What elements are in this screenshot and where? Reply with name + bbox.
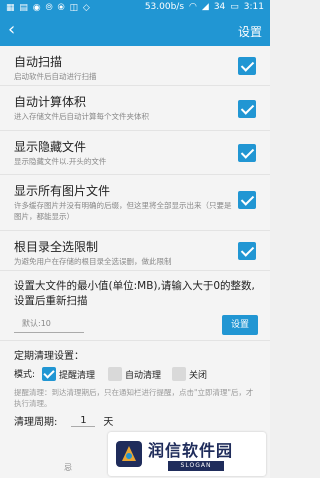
- logo-slogan: SLOGAN: [168, 461, 224, 471]
- battery-level: 34: [213, 2, 226, 12]
- auto-size-checkbox[interactable]: [238, 100, 256, 118]
- setting-title: 显示隐藏文件: [14, 140, 87, 154]
- cleanup-note: 提醒清理：到达清理期后，只在通知栏进行提醒，点击"立即清理"后，才执行清理。: [14, 388, 254, 408]
- status-right: 53.00b/s ◠ ◢ 34 ▭ 3:11: [145, 2, 264, 12]
- remind-checkbox[interactable]: [42, 367, 56, 381]
- app-bar: ‹ 设置: [0, 16, 270, 46]
- setting-auto-scan[interactable]: 自动扫描 启动软件后自动进行扫描: [0, 46, 270, 86]
- setting-subtitle: 进入存储文件后自动计算每个文件夹体积: [14, 112, 149, 121]
- period-row: 清理周期: 1 天: [14, 413, 114, 429]
- status-notification-icons: ▦ ▤ ◉ ⦾ ⦿ ◫ ◇: [6, 3, 91, 13]
- option-off[interactable]: 关闭: [172, 367, 207, 381]
- option-label: 关闭: [189, 370, 208, 381]
- signal-icon: ◢: [201, 2, 209, 12]
- logo-mark-icon: [116, 441, 142, 467]
- clock: 3:11: [243, 2, 264, 12]
- cleanup-mode-label: 模式:: [14, 367, 35, 380]
- setting-auto-size[interactable]: 自动计算体积 进入存储文件后自动计算每个文件夹体积: [0, 86, 270, 131]
- mode-label-text: 模式:: [14, 370, 36, 380]
- option-label: 提醒清理: [59, 370, 96, 381]
- period-input[interactable]: 1: [71, 415, 96, 427]
- min-size-label: 设置大文件的最小值(单位:MB),请输入大于0的整数,设置后重新扫描: [14, 280, 255, 307]
- setting-root-limit[interactable]: 根目录全选限制 为避免用户在存储的根目录全选误删，做此限制: [0, 231, 270, 271]
- setting-title: 自动计算体积: [14, 95, 87, 109]
- show-hidden-checkbox[interactable]: [238, 144, 256, 162]
- bottom-fragment-text: 忌: [64, 463, 72, 472]
- watermark-logo: 润信软件园 SLOGAN: [108, 432, 266, 476]
- period-label: 清理周期:: [14, 417, 58, 428]
- auto-scan-checkbox[interactable]: [238, 57, 256, 75]
- min-size-set-button[interactable]: 设置: [222, 315, 258, 335]
- battery-icon: ▭: [230, 2, 239, 12]
- status-bar: ▦ ▤ ◉ ⦾ ⦿ ◫ ◇ 53.00b/s ◠ ◢ 34 ▭ 3:11: [0, 0, 270, 16]
- setting-title: 自动扫描: [14, 55, 63, 69]
- setting-show-hidden[interactable]: 显示隐藏文件 显示隐藏文件以.开头的文件: [0, 131, 270, 175]
- root-limit-checkbox[interactable]: [238, 242, 256, 260]
- min-size-input[interactable]: 默认:10: [14, 315, 84, 333]
- setting-show-images[interactable]: 显示所有图片文件 许多缓存图片并没有明确的后缀，但这里将全部显示出来（只要是图片…: [0, 175, 270, 231]
- option-remind[interactable]: 提醒清理: [42, 367, 95, 381]
- logo-name: 润信软件园: [148, 441, 234, 460]
- cleanup-heading: 定期清理设置：: [14, 351, 84, 362]
- off-checkbox[interactable]: [172, 367, 186, 381]
- setting-subtitle: 为避免用户在存储的根目录全选误删，做此限制: [14, 257, 172, 266]
- setting-subtitle: 许多缓存图片并没有明确的后缀，但这里将全部显示出来（只要是图片，都能显示）: [14, 201, 232, 221]
- wifi-icon: ◠: [189, 2, 197, 12]
- back-arrow-icon[interactable]: ‹: [8, 20, 15, 40]
- option-auto[interactable]: 自动清理: [108, 367, 161, 381]
- auto-clean-checkbox[interactable]: [108, 367, 122, 381]
- show-images-checkbox[interactable]: [238, 191, 256, 209]
- option-label: 自动清理: [125, 370, 162, 381]
- period-unit: 天: [103, 417, 114, 428]
- setting-subtitle: 显示隐藏文件以.开头的文件: [14, 157, 107, 166]
- setting-title: 根目录全选限制: [14, 240, 99, 254]
- setting-title: 显示所有图片文件: [14, 184, 111, 198]
- network-speed: 53.00b/s: [144, 2, 185, 12]
- settings-content: 自动扫描 启动软件后自动进行扫描 自动计算体积 进入存储文件后自动计算每个文件夹…: [0, 46, 270, 478]
- setting-subtitle: 启动软件后自动进行扫描: [14, 72, 97, 81]
- page-title: 设置: [237, 25, 262, 39]
- min-size-section: 设置大文件的最小值(单位:MB),请输入大于0的整数,设置后重新扫描 默认:10…: [0, 271, 270, 341]
